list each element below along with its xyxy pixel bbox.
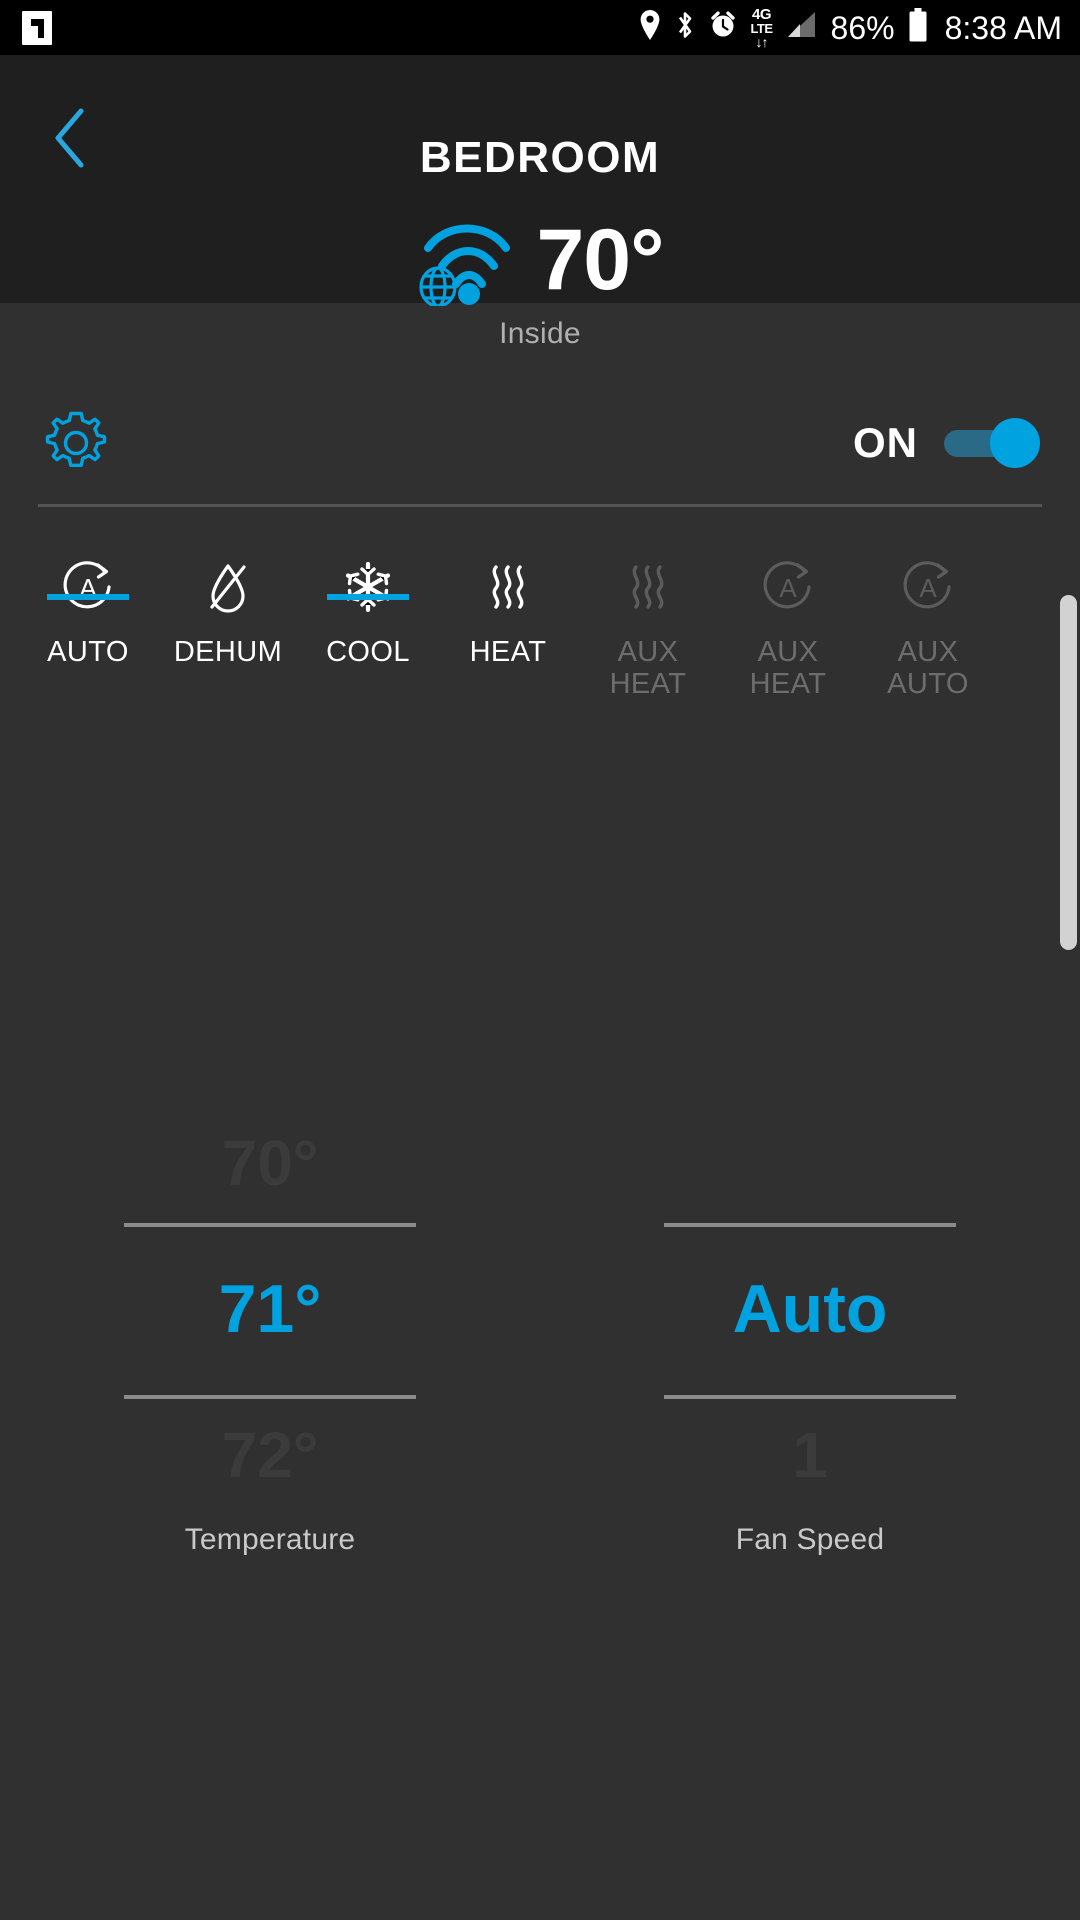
auto-circle-a-icon: A: [57, 550, 119, 624]
power-state-label: ON: [853, 419, 918, 466]
mode-selector[interactable]: A AUTO DEHUM COOL HEAT AUX HEAT A AUX HE…: [0, 538, 1080, 950]
gear-icon: [36, 411, 116, 487]
power-switch[interactable]: [944, 418, 1040, 468]
inside-label: Inside: [499, 317, 581, 350]
picker-value-selected[interactable]: Auto: [540, 1223, 1080, 1395]
mode-button-aux-heat-2[interactable]: A AUX HEAT: [718, 538, 858, 701]
heat-waves-icon: [617, 550, 679, 624]
clock-time: 8:38 AM: [944, 9, 1062, 46]
data-transfer-arrows: ↓↑: [755, 33, 769, 50]
temperature-picker[interactable]: 70° 71° 72° Temperature: [0, 1103, 540, 1663]
picker-value-above[interactable]: 70°: [0, 1103, 540, 1223]
control-panel: ON A AUTO DEHUM COOL HEAT AUX HEAT A AUX…: [0, 373, 1080, 1920]
bluetooth-icon: [674, 9, 696, 46]
inside-temperature-block: 70° Inside: [0, 210, 1080, 351]
dehumidify-drop-icon: [197, 550, 259, 624]
inside-temperature-value: 70°: [536, 211, 664, 308]
mode-button-dehum[interactable]: DEHUM: [158, 538, 298, 668]
page-header: BEDROOM 70° Inside: [0, 55, 1080, 350]
mode-active-underline: [327, 594, 409, 601]
android-status-bar: 4G LTE ↓↑ 86% 8:38 AM: [0, 0, 1080, 55]
mode-strip-scrollbar[interactable]: [1060, 595, 1077, 950]
picker-value-below[interactable]: 72°: [0, 1395, 540, 1515]
picker-caption: Temperature: [184, 1523, 356, 1556]
mode-label: AUX HEAT: [609, 636, 687, 701]
snowflake-icon: [337, 550, 399, 624]
mode-label: AUX HEAT: [749, 636, 827, 701]
picker-divider-bottom: [124, 1395, 416, 1399]
page-title: BEDROOM: [419, 133, 661, 182]
mode-button-aux-auto[interactable]: A AUX AUTO: [858, 538, 998, 701]
mode-label: AUTO: [47, 636, 129, 668]
switch-knob[interactable]: [990, 418, 1040, 468]
auto-circle-a-icon: A: [757, 550, 819, 624]
network-type-4g: 4G: [751, 5, 772, 23]
mode-label: HEAT: [469, 636, 547, 668]
mode-label: AUX AUTO: [887, 636, 969, 701]
network-type-lte: LTE: [750, 20, 773, 36]
picker-divider-top: [664, 1223, 956, 1227]
value-pickers: 70° 71° 72° Temperature Auto 1 Fan Speed: [0, 1103, 1080, 1663]
settings-button[interactable]: [36, 403, 116, 483]
picker-value-below[interactable]: 1: [540, 1395, 1080, 1515]
picker-divider-top: [124, 1223, 416, 1227]
panel-toolbar: ON: [0, 373, 1080, 513]
wifi-globe-icon: [416, 210, 520, 311]
svg-text:A: A: [919, 573, 937, 603]
picker-caption: Fan Speed: [735, 1523, 885, 1556]
mode-label: DEHUM: [173, 636, 283, 668]
battery-icon: [908, 8, 928, 47]
status-bar-system-icons: 4G LTE ↓↑ 86% 8:38 AM: [639, 7, 1062, 49]
mode-active-underline: [47, 594, 129, 601]
toolbar-divider: [38, 504, 1042, 507]
inside-temperature-row: 70°: [416, 210, 665, 311]
mode-button-aux-heat-1[interactable]: AUX HEAT: [578, 538, 718, 701]
picker-divider-bottom: [664, 1395, 956, 1399]
battery-percent-label: 86%: [830, 9, 895, 46]
svg-text:A: A: [779, 573, 797, 603]
picker-value-selected[interactable]: 71°: [0, 1223, 540, 1395]
app-screen: 4G LTE ↓↑ 86% 8:38 AM BEDROOM 70° Inside…: [0, 0, 1080, 1920]
4g-lte-data-icon: 4G LTE ↓↑: [750, 5, 773, 50]
mode-label: COOL: [326, 636, 410, 668]
status-bar-notifications: [22, 10, 52, 45]
auto-circle-a-icon: A: [897, 550, 959, 624]
heat-waves-icon: [477, 550, 539, 624]
picker-value-above[interactable]: [540, 1103, 1080, 1223]
location-pin-icon: [639, 9, 661, 46]
cell-signal-icon: [786, 10, 818, 45]
fan-speed-picker[interactable]: Auto 1 Fan Speed: [540, 1103, 1080, 1663]
flipboard-icon: [22, 10, 52, 45]
mode-button-auto[interactable]: A AUTO: [18, 538, 158, 668]
power-toggle-group[interactable]: ON: [853, 418, 1040, 468]
mode-button-cool[interactable]: COOL: [298, 538, 438, 668]
alarm-clock-icon: [709, 9, 737, 46]
mode-button-heat[interactable]: HEAT: [438, 538, 578, 668]
